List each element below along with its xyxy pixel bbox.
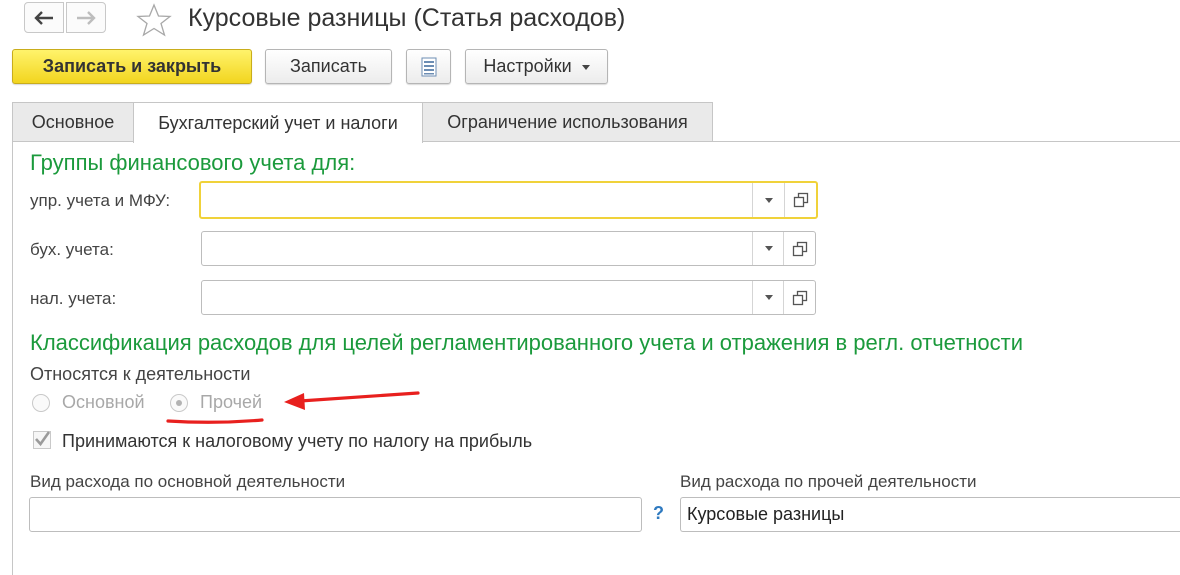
checkmark-icon (35, 431, 51, 447)
chevron-down-icon (581, 65, 590, 70)
dropdown-button[interactable] (752, 183, 784, 217)
mgmt-accounting-field[interactable] (199, 181, 818, 219)
tab-accounting-taxes[interactable]: Бухгалтерский учет и налоги (133, 102, 423, 143)
back-button[interactable] (24, 2, 64, 33)
save-button[interactable]: Записать (265, 49, 392, 84)
dropdown-button[interactable] (752, 232, 784, 265)
open-button[interactable] (784, 183, 816, 217)
chevron-down-icon (764, 197, 773, 203)
tax-accounting-label: нал. учета: (30, 289, 117, 308)
chevron-down-icon (764, 246, 773, 251)
tax-profit-checkbox[interactable] (33, 431, 51, 449)
mgmt-accounting-label: упр. учета и МФУ: (30, 191, 171, 210)
radio-selected-dot (176, 400, 182, 406)
classification-title: Классификация расходов для целей регламе… (30, 330, 1023, 355)
list-button[interactable] (406, 49, 451, 84)
arrow-left-icon (34, 10, 53, 25)
dropdown-button[interactable] (752, 281, 784, 314)
tax-profit-checkbox-label: Принимаются к налоговому учету по налогу… (62, 431, 533, 451)
financial-groups-title: Группы финансового учета для: (30, 150, 356, 175)
other-expense-kind-label: Вид расхода по прочей деятельности (680, 472, 977, 491)
settings-button[interactable]: Настройки (465, 49, 608, 84)
activity-label: Относятся к деятельности (30, 364, 251, 384)
open-button[interactable] (783, 232, 815, 265)
open-window-icon (792, 241, 807, 256)
annotation-underline (166, 418, 264, 424)
open-button[interactable] (783, 281, 815, 314)
save-and-close-button[interactable]: Записать и закрыть (12, 49, 252, 84)
radio-other-activity[interactable] (170, 394, 188, 412)
open-window-icon (792, 290, 807, 305)
main-expense-kind-label: Вид расхода по основной деятельности (30, 472, 346, 491)
arrow-right-icon (77, 10, 96, 25)
radio-main-activity-label: Основной (62, 392, 145, 412)
help-mark[interactable]: ? (653, 503, 664, 524)
settings-label: Настройки (483, 56, 572, 76)
main-expense-kind-field[interactable] (29, 497, 642, 532)
favorite-star-icon[interactable] (134, 2, 174, 38)
tab-usage-restriction[interactable]: Ограничение использования (422, 102, 713, 142)
annotation-arrow-head (284, 393, 305, 410)
open-window-icon (793, 192, 808, 208)
radio-other-activity-label: Прочей (200, 392, 263, 412)
tax-accounting-field[interactable] (201, 280, 816, 315)
window-title: Курсовые разницы (Статья расходов) (188, 4, 626, 32)
other-expense-kind-field[interactable]: Курсовые разницы (680, 497, 1180, 532)
forward-button[interactable] (66, 2, 106, 33)
tab-main[interactable]: Основное (12, 102, 134, 142)
chevron-down-icon (764, 295, 773, 300)
radio-main-activity[interactable] (32, 394, 50, 412)
annotation-arrow-shaft (298, 391, 420, 403)
book-accounting-field[interactable] (201, 231, 816, 266)
book-accounting-label: бух. учета: (30, 240, 114, 259)
list-icon (421, 57, 436, 76)
tab-panel-border-left (12, 141, 13, 575)
